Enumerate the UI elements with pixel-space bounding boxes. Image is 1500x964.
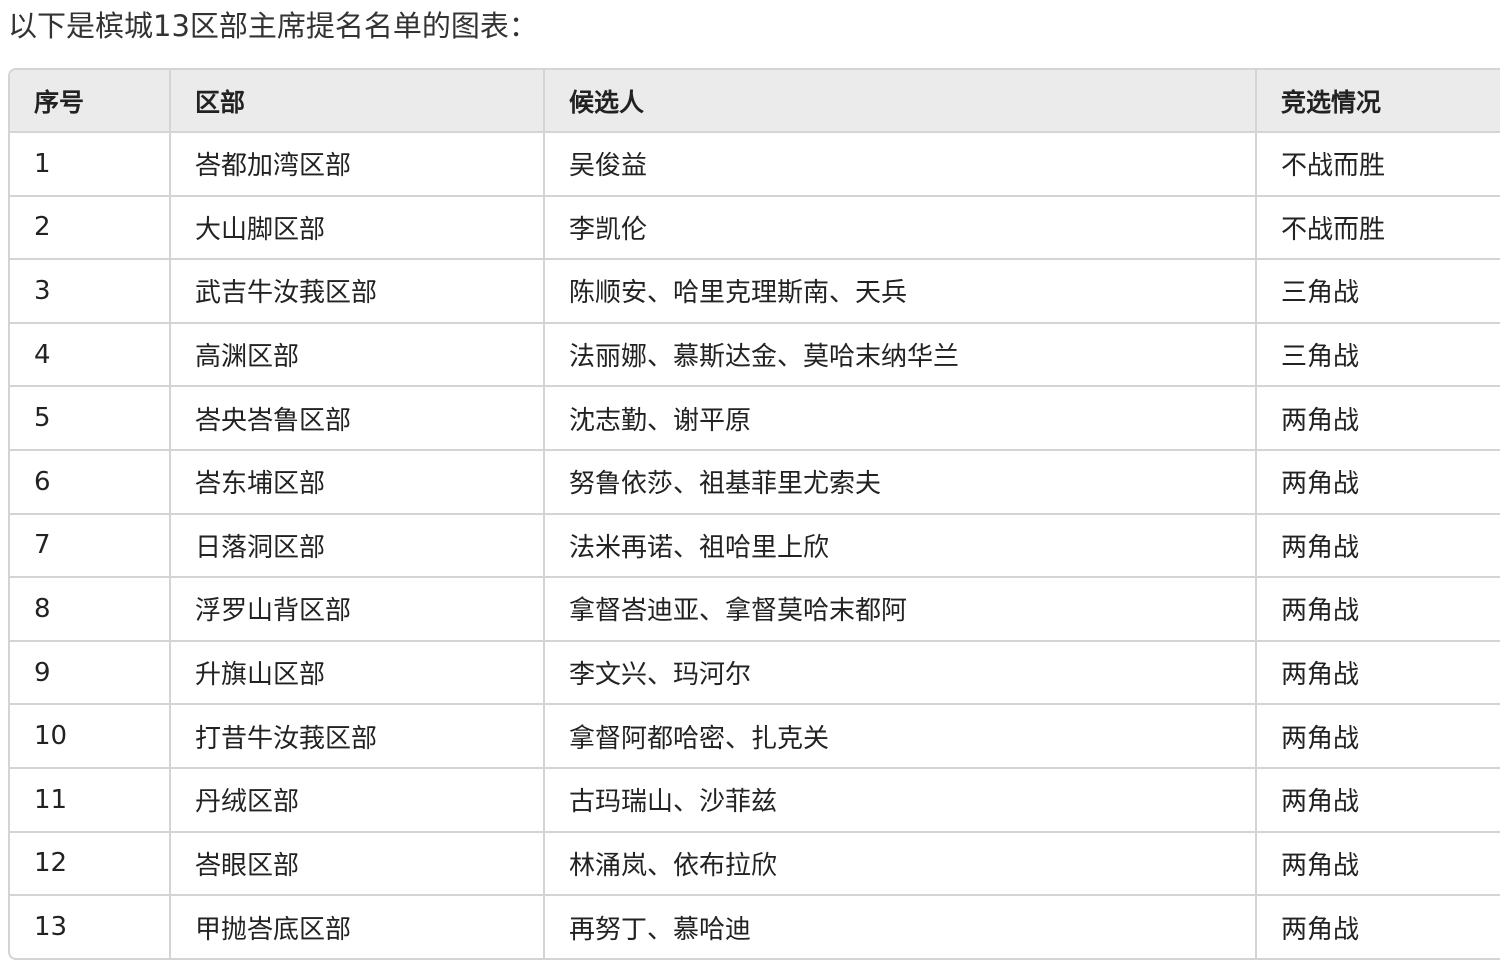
table-row: 4 高渊区部 法丽娜、慕斯达金、莫哈末纳华兰 三角战 — [10, 322, 1500, 388]
cell-candidates: 林涌岚、依布拉欣 — [544, 831, 1257, 897]
cell-index: 6 — [10, 449, 171, 515]
cell-status: 两角战 — [1256, 831, 1500, 897]
cell-district: 丹绒区部 — [170, 767, 545, 833]
table-row: 8 浮罗山背区部 拿督峇迪亚、拿督莫哈末都阿 两角战 — [10, 577, 1500, 642]
cell-district: 峇都加湾区部 — [170, 132, 545, 197]
cell-status: 两角战 — [1256, 767, 1500, 833]
table-row: 3 武吉牛汝莪区部 陈顺安、哈里克理斯南、天兵 三角战 — [10, 259, 1500, 324]
cell-status: 两角战 — [1256, 513, 1500, 579]
cell-district: 峇眼区部 — [170, 831, 545, 897]
cell-status: 两角战 — [1256, 704, 1500, 769]
cell-candidates: 法丽娜、慕斯达金、莫哈末纳华兰 — [544, 322, 1257, 388]
cell-status: 两角战 — [1256, 449, 1500, 515]
cell-status: 三角战 — [1256, 259, 1500, 324]
cell-district: 浮罗山背区部 — [170, 577, 545, 642]
cell-candidates: 拿督阿都哈密、扎克关 — [544, 704, 1257, 769]
cell-candidates: 李凯伦 — [544, 195, 1257, 261]
header-candidates: 候选人 — [544, 70, 1257, 133]
table-body: 1 峇都加湾区部 吴俊益 不战而胜 2 大山脚区部 李凯伦 不战而胜 3 武吉牛汝莪区部 陈顺安、哈… — [10, 132, 1500, 958]
cell-index: 3 — [10, 259, 171, 324]
cell-district: 武吉牛汝莪区部 — [170, 259, 545, 324]
cell-index: 9 — [10, 640, 171, 706]
cell-index: 5 — [10, 386, 171, 451]
cell-candidates: 再努丁、慕哈迪 — [544, 895, 1257, 958]
cell-status: 两角战 — [1256, 577, 1500, 642]
cell-candidates: 陈顺安、哈里克理斯南、天兵 — [544, 259, 1257, 324]
cell-status: 两角战 — [1256, 640, 1500, 706]
header-row: 序号 区部 候选人 竞选情况 — [10, 70, 1500, 133]
table-row: 12 峇眼区部 林涌岚、依布拉欣 两角战 — [10, 831, 1500, 897]
header-district: 区部 — [170, 70, 545, 133]
cell-district: 日落洞区部 — [170, 513, 545, 579]
cell-district: 高渊区部 — [170, 322, 545, 388]
cell-district: 打昔牛汝莪区部 — [170, 704, 545, 769]
cell-candidates: 沈志勤、谢平原 — [544, 386, 1257, 451]
cell-candidates: 古玛瑞山、沙菲兹 — [544, 767, 1257, 833]
table-row: 6 峇东埔区部 努鲁依莎、祖基菲里尤索夫 两角战 — [10, 449, 1500, 515]
cell-index: 4 — [10, 322, 171, 388]
cell-status: 三角战 — [1256, 322, 1500, 388]
table-row: 1 峇都加湾区部 吴俊益 不战而胜 — [10, 132, 1500, 197]
cell-candidates: 法米再诺、祖哈里上欣 — [544, 513, 1257, 579]
cell-district: 峇东埔区部 — [170, 449, 545, 515]
cell-candidates: 努鲁依莎、祖基菲里尤索夫 — [544, 449, 1257, 515]
cell-status: 两角战 — [1256, 386, 1500, 451]
cell-candidates: 拿督峇迪亚、拿督莫哈末都阿 — [544, 577, 1257, 642]
cell-candidates: 李文兴、玛河尔 — [544, 640, 1257, 706]
cell-status: 两角战 — [1281, 914, 1360, 945]
table-header: 序号 区部 候选人 竞选情况 — [10, 70, 1500, 133]
cell-candidates: 吴俊益 — [544, 132, 1257, 197]
intro-text: 以下是槟城13区部主席提名名单的图表： — [8, 9, 538, 43]
cell-district: 升旗山区部 — [170, 640, 545, 706]
cell-index: 13 — [10, 895, 171, 958]
table-row: 10 打昔牛汝莪区部 拿督阿都哈密、扎克关 两角战 — [10, 704, 1500, 769]
cell-index: 10 — [10, 704, 171, 769]
cell-status: 不战而胜 — [1256, 195, 1500, 261]
cell-status: 不战而胜 — [1256, 132, 1500, 197]
cell-index: 1 — [10, 132, 171, 197]
table-row: 13 甲抛峇底区部 再努丁、慕哈迪 两角战 — [10, 895, 1500, 958]
table-row: 7 日落洞区部 法米再诺、祖哈里上欣 两角战 — [10, 513, 1500, 579]
header-status: 竞选情况 — [1256, 70, 1500, 133]
header-index: 序号 — [10, 70, 171, 133]
cell-index: 8 — [10, 577, 171, 642]
cell-index: 2 — [10, 195, 171, 261]
cell-district: 峇央峇鲁区部 — [170, 386, 545, 451]
cell-index: 12 — [10, 831, 171, 897]
cell-index: 7 — [10, 513, 171, 579]
table-row: 2 大山脚区部 李凯伦 不战而胜 — [10, 195, 1500, 261]
table-row: 5 峇央峇鲁区部 沈志勤、谢平原 两角战 — [10, 386, 1500, 451]
cell-district: 大山脚区部 — [170, 195, 545, 261]
nomination-table-container: 序号 区部 候选人 竞选情况 1 峇都加湾区部 吴俊益 不战而胜 2 大山脚区部 李凯伦 不战… — [8, 68, 1500, 960]
nomination-table: 序号 区部 候选人 竞选情况 1 峇都加湾区部 吴俊益 不战而胜 2 大山脚区部 李凯伦 不战… — [10, 70, 1500, 958]
table-row: 11 丹绒区部 古玛瑞山、沙菲兹 两角战 — [10, 767, 1500, 833]
table-row: 9 升旗山区部 李文兴、玛河尔 两角战 — [10, 640, 1500, 706]
cell-index: 11 — [10, 767, 171, 833]
cell-district: 甲抛峇底区部 — [170, 895, 545, 958]
